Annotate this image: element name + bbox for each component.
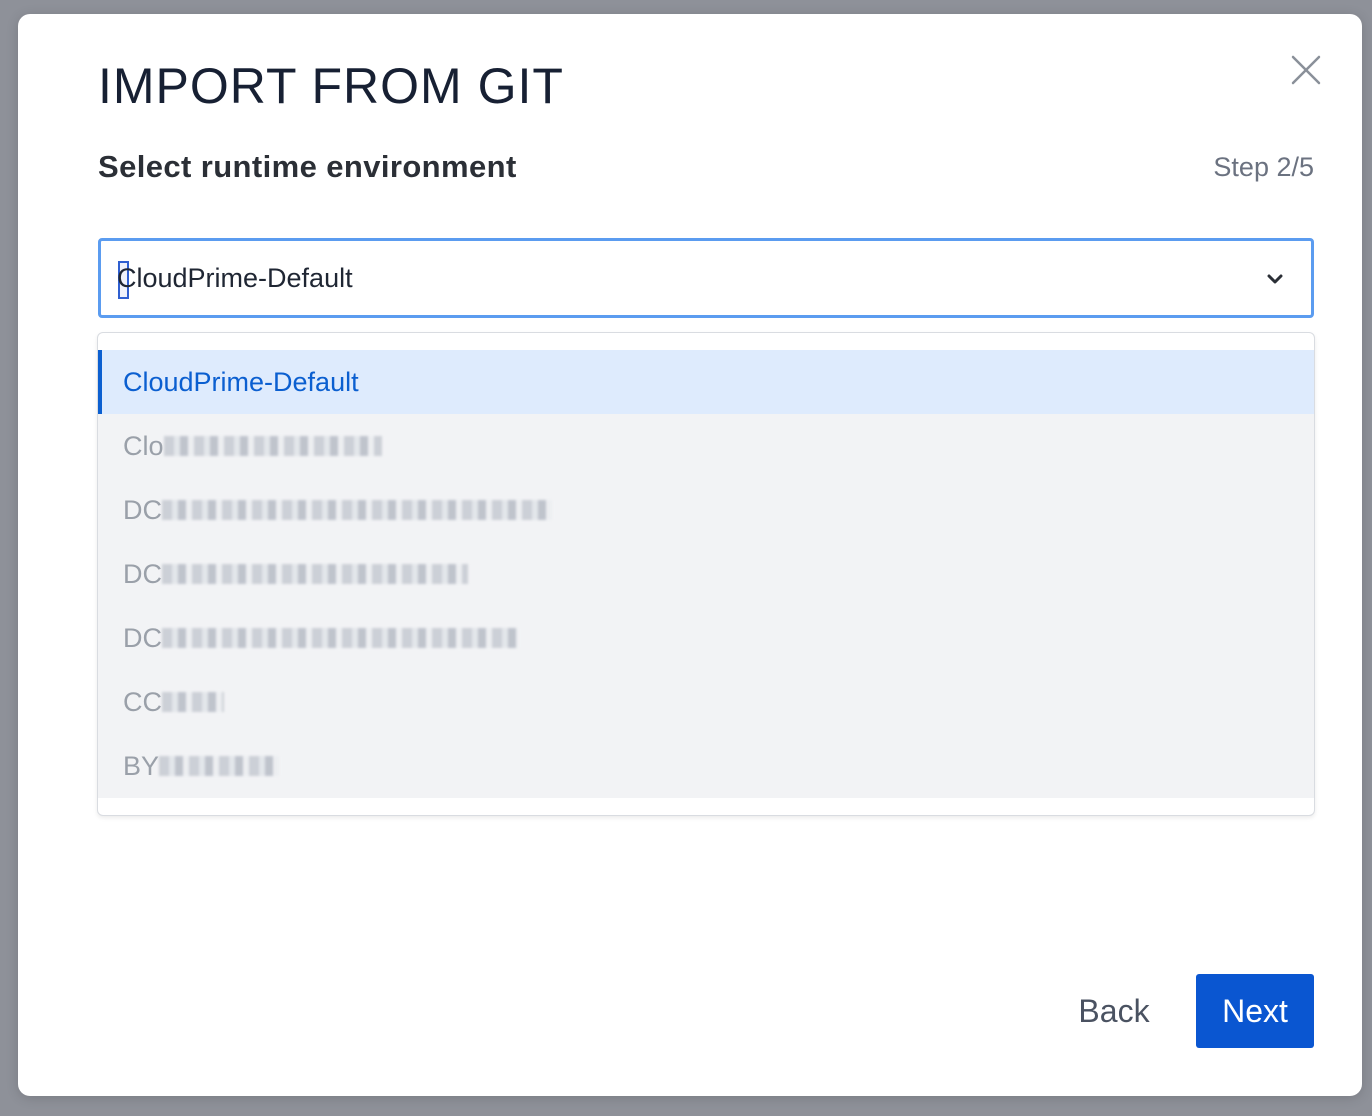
- section-title: Select runtime environment: [98, 149, 517, 184]
- redacted-text: [162, 499, 552, 520]
- option-label: DC: [123, 559, 162, 589]
- import-dialog: IMPORT FROM GIT Select runtime environme…: [18, 14, 1362, 1096]
- redacted-text: [162, 691, 224, 712]
- option-label: CloudPrime-Default: [123, 367, 359, 397]
- option-cloudprime-default[interactable]: CloudPrime-Default: [98, 350, 1314, 414]
- redacted-text: [162, 563, 468, 584]
- option-label: DC: [123, 623, 162, 653]
- runtime-environment-dropdown: CloudPrime-Default Clo DC DC DC CC BY: [97, 332, 1315, 816]
- close-icon: [1291, 55, 1321, 85]
- runtime-environment-select[interactable]: CloudPrime-Default: [98, 238, 1314, 318]
- selected-value: CloudPrime-Default: [117, 263, 353, 293]
- option-label: BY: [123, 751, 160, 781]
- redacted-text: [163, 435, 382, 456]
- dialog-title: IMPORT FROM GIT: [98, 58, 564, 114]
- option-redacted-4[interactable]: DC: [98, 606, 1314, 670]
- option-label: Clo: [123, 431, 164, 461]
- step-indicator: Step 2/5: [1213, 152, 1314, 182]
- option-label: DC: [123, 495, 162, 525]
- option-list: CloudPrime-Default Clo DC DC DC CC BY: [98, 350, 1314, 798]
- option-redacted-1[interactable]: Clo: [98, 414, 1314, 478]
- chevron-down-icon[interactable]: [1263, 267, 1287, 291]
- option-redacted-2[interactable]: DC: [98, 478, 1314, 542]
- next-button[interactable]: Next: [1196, 974, 1314, 1048]
- option-redacted-6[interactable]: BY: [98, 734, 1314, 798]
- redacted-text: [159, 755, 280, 776]
- redacted-text: [162, 627, 518, 648]
- option-redacted-3[interactable]: DC: [98, 542, 1314, 606]
- close-button[interactable]: [1288, 52, 1324, 88]
- option-redacted-5[interactable]: CC: [98, 670, 1314, 734]
- back-button[interactable]: Back: [1064, 974, 1164, 1048]
- option-label: CC: [123, 687, 162, 717]
